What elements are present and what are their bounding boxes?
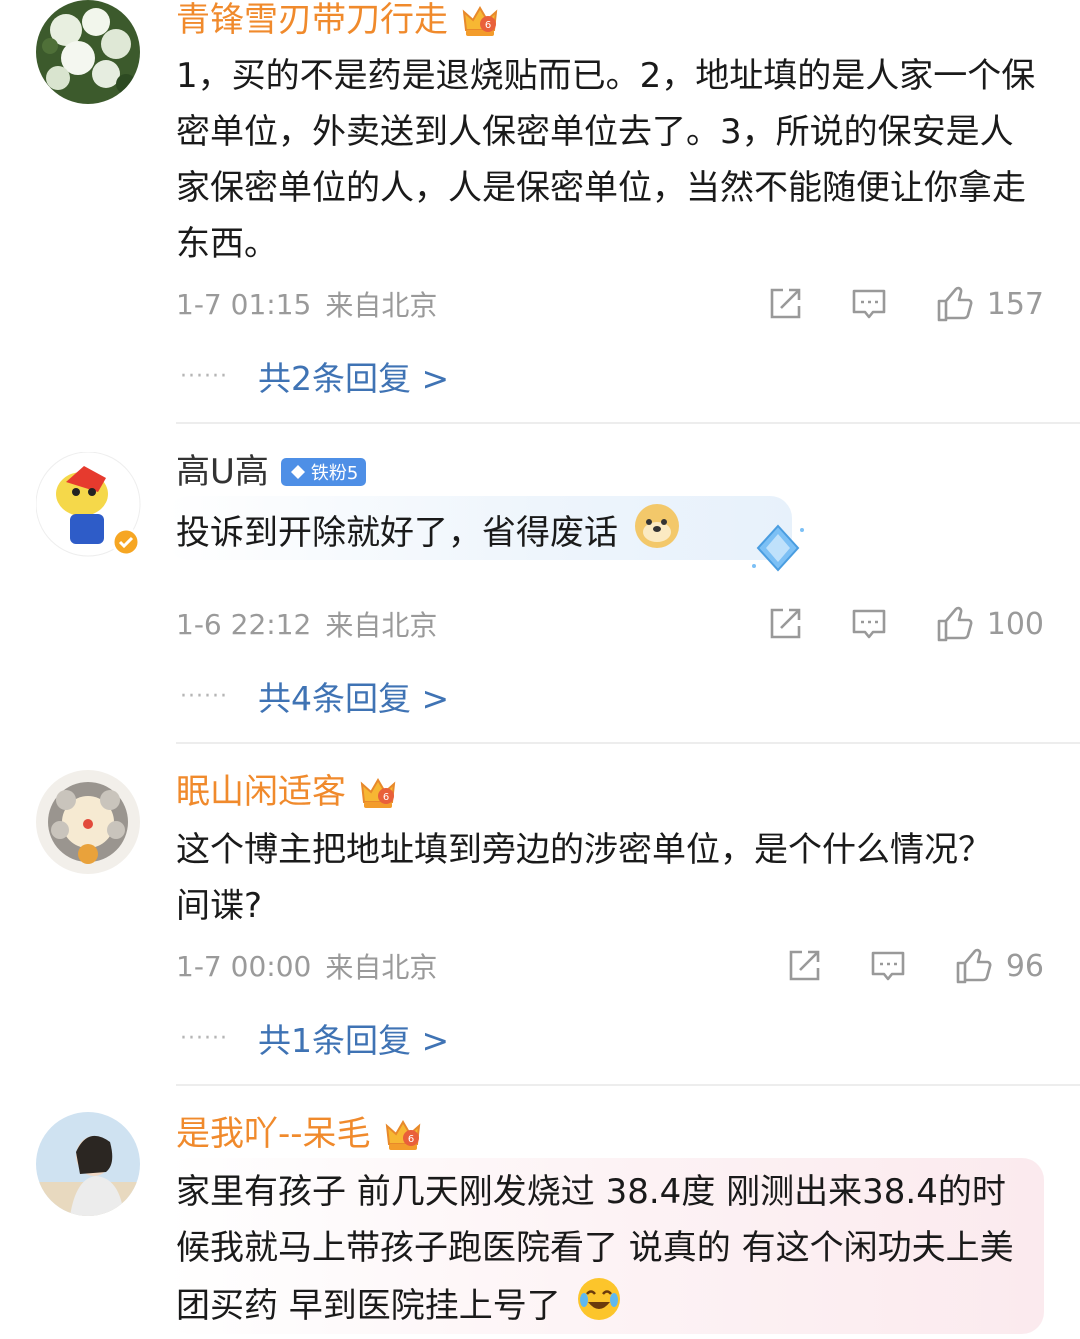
view-replies[interactable]: ······ 共1条回复 >: [180, 1016, 449, 1060]
share-icon: [770, 288, 801, 319]
like-count: 100: [986, 606, 1044, 642]
dots-icon: ······: [180, 1025, 228, 1051]
share-button[interactable]: [786, 948, 822, 984]
dots-icon: ······: [180, 683, 228, 709]
comment-time: 1-7 01:15: [176, 287, 312, 321]
like-count: 96: [1005, 948, 1044, 984]
sparkle-diamond-icon: [752, 524, 804, 572]
fan-badge-label: 铁粉5: [310, 463, 359, 484]
username-row: 是我吖--呆毛 6: [176, 1112, 423, 1156]
like-button[interactable]: 157: [935, 284, 1044, 324]
comment-text: 投诉到开除就好了，省得废话: [176, 502, 776, 567]
username[interactable]: 青锋雪刃带刀行走: [176, 0, 448, 40]
comment-icon: [852, 609, 886, 639]
share-icon: [789, 950, 820, 981]
crown-icon: 6: [360, 778, 396, 808]
view-replies[interactable]: ······ 共4条回复 >: [180, 674, 449, 718]
like-button[interactable]: 96: [954, 946, 1044, 986]
comment-actions: 96: [786, 944, 1044, 988]
like-icon: [937, 286, 973, 322]
username-row: 青锋雪刃带刀行走 6: [176, 0, 500, 42]
crown-icon: 6: [462, 6, 498, 36]
comment-item: 高U高 铁粉5 投诉到开除就好了，省得废话 1-6 22:12 来自北京 100…: [0, 424, 1080, 744]
avatar[interactable]: [36, 1112, 140, 1216]
avatar[interactable]: [36, 770, 140, 874]
comment-meta: 1-6 22:12 来自北京: [176, 604, 437, 644]
like-count: 157: [986, 286, 1044, 322]
comment-item: 眠山闲适客 6 这个博主把地址填到旁边的涉密单位，是个什么情况？间谍? 1-7 …: [0, 744, 1080, 1086]
share-icon: [770, 608, 801, 639]
comment-item: 是我吖--呆毛 6 家里有孩子 前几天刚发烧过 38.4度 刚测出来38.4的时…: [0, 1086, 1080, 1337]
comment-location: 来自北京: [325, 609, 438, 642]
svg-text:6: 6: [407, 1134, 413, 1145]
username-row: 眠山闲适客 6: [176, 770, 398, 814]
comment-button[interactable]: [870, 948, 906, 984]
comment-time: 1-6 22:12: [176, 607, 312, 641]
comment-actions: 100: [767, 602, 1044, 646]
username-row: 高U高 铁粉5: [176, 450, 367, 494]
avatar[interactable]: [35, 451, 141, 557]
comment-item: 青锋雪刃带刀行走 6 1，买的不是药是退烧贴而已。2，地址填的是人家一个保密单位…: [0, 0, 1080, 424]
diamond-icon: [290, 465, 305, 479]
replies-link[interactable]: 共4条回复 >: [258, 672, 449, 720]
like-button[interactable]: 100: [935, 604, 1044, 644]
like-icon: [956, 948, 992, 984]
svg-text:6: 6: [485, 20, 491, 31]
comment-text: 1，买的不是药是退烧贴而已。2，地址填的是人家一个保密单位，外卖送到人保密单位去…: [176, 56, 1036, 264]
laugh-cry-emoji-icon: [576, 1276, 622, 1339]
comment-location: 来自北京: [325, 289, 438, 322]
doge-emoji-icon: [633, 502, 681, 567]
comment-button[interactable]: [851, 286, 887, 322]
avatar[interactable]: [36, 0, 140, 104]
comment-icon: [852, 289, 886, 319]
replies-link[interactable]: 共2条回复 >: [258, 352, 449, 400]
share-button[interactable]: [767, 286, 803, 322]
comment-text: 家里有孩子 前几天刚发烧过 38.4度 刚测出来38.4的时候我就马上带孩子跑医…: [176, 1164, 1036, 1339]
comment-location: 来自北京: [325, 951, 438, 984]
share-button[interactable]: [767, 606, 803, 642]
svg-text:6: 6: [383, 792, 389, 803]
comment-button[interactable]: [851, 606, 887, 642]
username[interactable]: 高U高: [176, 452, 269, 492]
fan-badge: 铁粉5: [280, 458, 367, 486]
username[interactable]: 是我吖--呆毛: [176, 1114, 371, 1154]
username[interactable]: 眠山闲适客: [176, 772, 346, 812]
comment-text: 这个博主把地址填到旁边的涉密单位，是个什么情况？间谍?: [176, 830, 992, 926]
comment-text-content: 投诉到开除就好了，省得废话: [176, 513, 618, 553]
comment-icon: [871, 951, 905, 981]
replies-link[interactable]: 共1条回复 >: [258, 1014, 449, 1062]
like-icon: [937, 606, 973, 642]
comment-meta: 1-7 00:00 来自北京: [176, 946, 437, 986]
comment-actions: 157: [767, 282, 1044, 326]
comment-meta: 1-7 01:15 来自北京: [176, 284, 437, 324]
view-replies[interactable]: ······ 共2条回复 >: [180, 354, 449, 398]
comment-time: 1-7 00:00: [176, 949, 312, 983]
dots-icon: ······: [180, 363, 228, 389]
crown-icon: 6: [385, 1120, 420, 1150]
